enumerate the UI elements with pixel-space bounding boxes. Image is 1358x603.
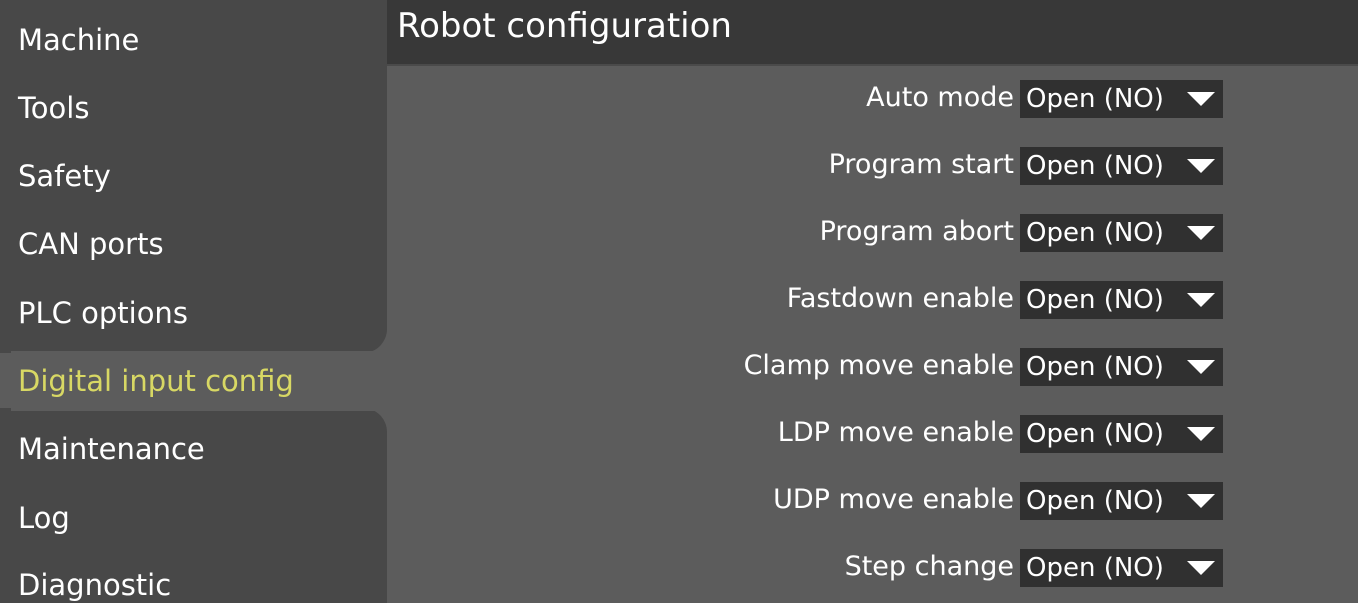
panel-title: Robot configuration (397, 6, 732, 46)
program-start-select[interactable]: Open (NO) (1020, 147, 1223, 185)
caret-down-icon (1187, 159, 1215, 173)
sidebar-item-diagnostic[interactable]: Diagnostic (18, 555, 171, 603)
row-label: Auto mode (866, 82, 1014, 113)
sidebar-item-safety[interactable]: Safety (18, 146, 111, 206)
caret-down-icon (1187, 226, 1215, 240)
config-row-udp-move-enable: UDP move enable Open (NO) (387, 480, 1358, 522)
caret-down-icon (1187, 427, 1215, 441)
caret-down-icon (1187, 561, 1215, 575)
sidebar-item-maintenance[interactable]: Maintenance (18, 419, 205, 479)
config-row-auto-mode: Auto mode Open (NO) (387, 78, 1358, 120)
config-row-fastdown-enable: Fastdown enable Open (NO) (387, 279, 1358, 321)
auto-mode-select[interactable]: Open (NO) (1020, 80, 1223, 118)
fastdown-enable-select[interactable]: Open (NO) (1020, 281, 1223, 319)
panel-header: Robot configuration (387, 0, 1358, 66)
config-row-ldp-move-enable: LDP move enable Open (NO) (387, 413, 1358, 455)
sidebar-item-log[interactable]: Log (18, 488, 70, 548)
udp-move-enable-select[interactable]: Open (NO) (1020, 482, 1223, 520)
row-label: Program abort (819, 216, 1014, 247)
clamp-move-enable-select[interactable]: Open (NO) (1020, 348, 1223, 386)
select-value: Open (NO) (1026, 486, 1164, 516)
select-value: Open (NO) (1026, 151, 1164, 181)
select-value: Open (NO) (1026, 419, 1164, 449)
step-change-select[interactable]: Open (NO) (1020, 549, 1223, 587)
sidebar-item-tools[interactable]: Tools (18, 78, 89, 138)
select-value: Open (NO) (1026, 218, 1164, 248)
caret-down-icon (1187, 92, 1215, 106)
config-row-program-abort: Program abort Open (NO) (387, 212, 1358, 254)
ldp-move-enable-select[interactable]: Open (NO) (1020, 415, 1223, 453)
config-row-step-change: Step change Open (NO) (387, 547, 1358, 589)
main-panel: Robot configuration Auto mode Open (NO) … (387, 0, 1358, 603)
program-abort-select[interactable]: Open (NO) (1020, 214, 1223, 252)
row-label: Fastdown enable (786, 283, 1014, 314)
select-value: Open (NO) (1026, 553, 1164, 583)
row-label: Program start (828, 149, 1014, 180)
row-label: Clamp move enable (743, 350, 1014, 381)
select-value: Open (NO) (1026, 84, 1164, 114)
row-label: UDP move enable (773, 484, 1014, 515)
row-label: LDP move enable (777, 417, 1014, 448)
sidebar-item-can-ports[interactable]: CAN ports (18, 214, 164, 274)
select-value: Open (NO) (1026, 352, 1164, 382)
caret-down-icon (1187, 293, 1215, 307)
caret-down-icon (1187, 494, 1215, 508)
app-window: Machine Tools Safety CAN ports PLC optio… (0, 0, 1358, 603)
sidebar: Machine Tools Safety CAN ports PLC optio… (0, 0, 387, 603)
caret-down-icon (1187, 360, 1215, 374)
row-label: Step change (844, 551, 1014, 582)
config-row-clamp-move-enable: Clamp move enable Open (NO) (387, 346, 1358, 388)
select-value: Open (NO) (1026, 285, 1164, 315)
sidebar-item-plc-options[interactable]: PLC options (18, 283, 188, 343)
sidebar-item-machine[interactable]: Machine (18, 10, 139, 70)
sidebar-item-digital-input-config[interactable]: Digital input config (11, 351, 387, 411)
config-row-program-start: Program start Open (NO) (387, 145, 1358, 187)
